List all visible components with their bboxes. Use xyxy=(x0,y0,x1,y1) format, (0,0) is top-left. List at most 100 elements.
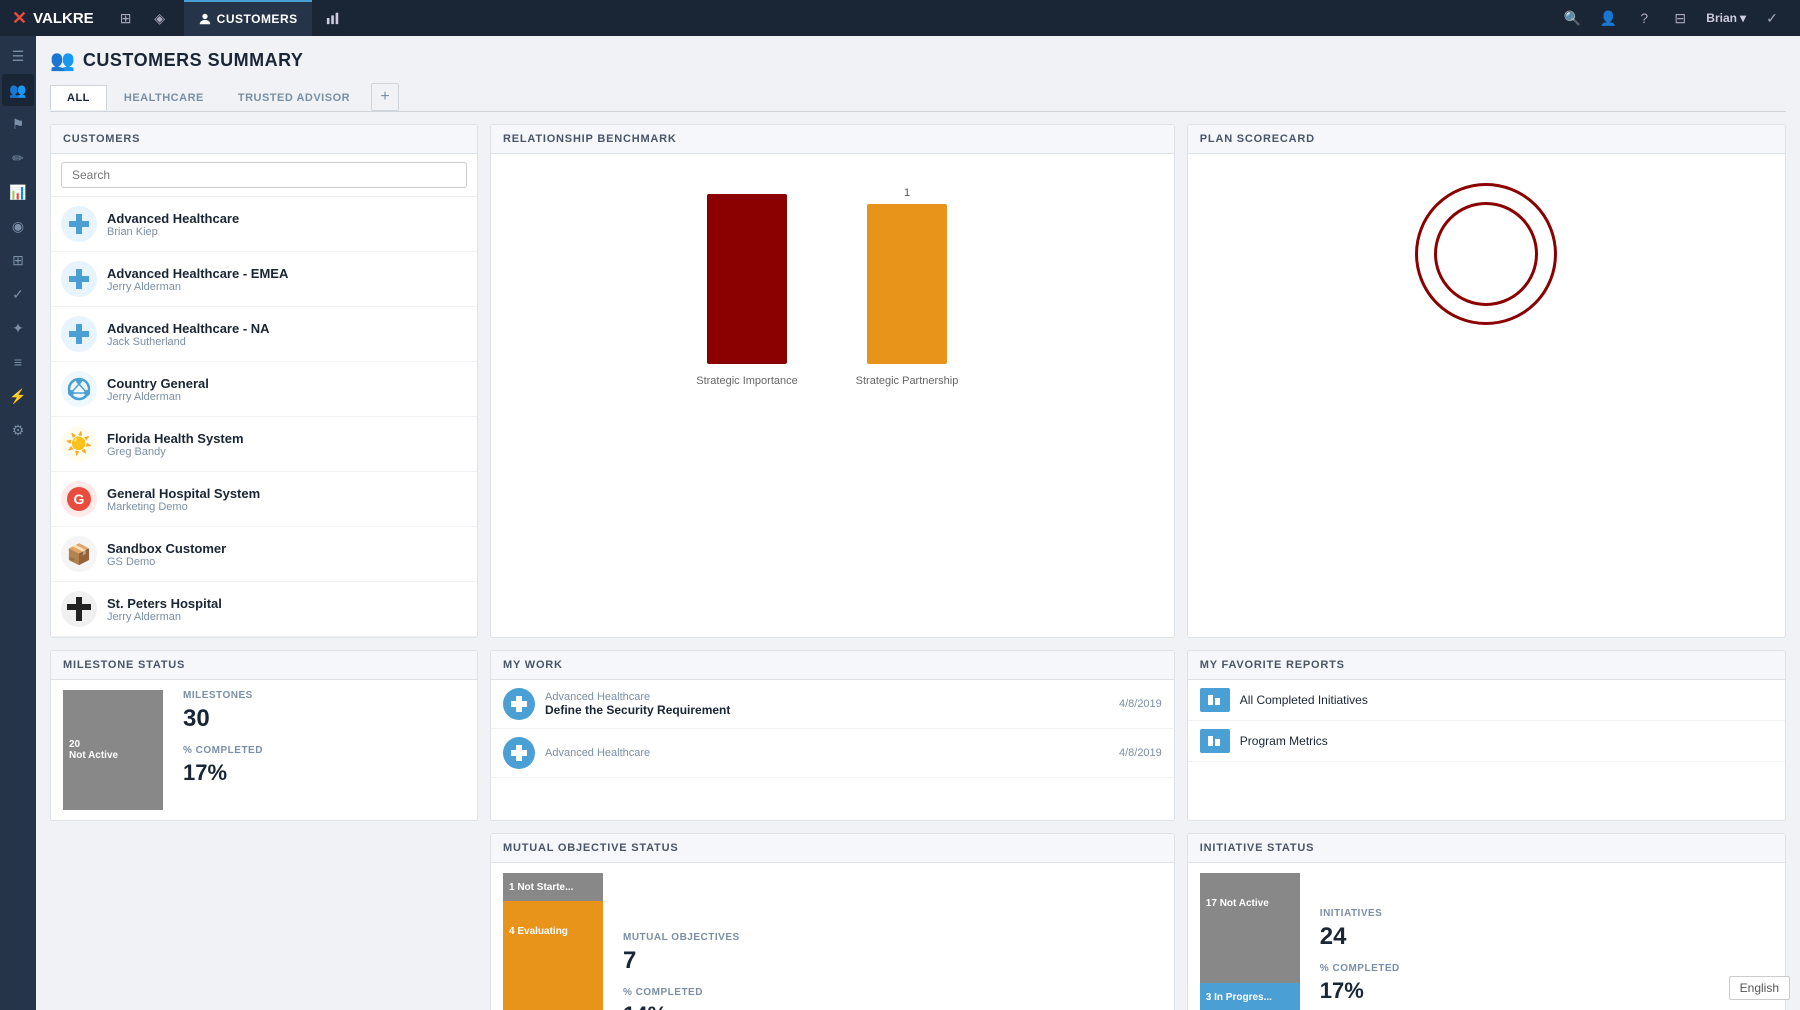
is-not-active: 17 Not Active xyxy=(1200,873,1300,933)
help-icon[interactable]: ? xyxy=(1628,0,1660,36)
mo-pct: 14% xyxy=(623,1002,740,1010)
nav-icon-group: ⊞ ◈ xyxy=(110,0,176,36)
is-in-progress: 3 In Progres... xyxy=(1200,983,1300,1010)
is-pct: 17% xyxy=(1320,978,1400,1004)
initiative-status-header: INITIATIVE STATUS xyxy=(1188,834,1785,863)
relationship-benchmark-card: RELATIONSHIP BENCHMARK 1 Strategic Impor… xyxy=(490,124,1175,638)
sound-icon[interactable]: ◈ xyxy=(144,0,176,36)
sidebar-check-icon[interactable]: ✓ xyxy=(2,278,34,310)
milestone-summary: MILESTONES 30 % COMPLETED 17% xyxy=(183,690,263,786)
customer-name: Country General xyxy=(107,376,209,391)
sidebar-table-icon[interactable]: ⊞ xyxy=(2,244,34,276)
customer-info: Country General Jerry Alderman xyxy=(107,376,209,403)
customer-item[interactable]: Country General Jerry Alderman xyxy=(51,362,477,417)
sidebar-lightning-icon[interactable]: ⚡ xyxy=(2,380,34,412)
customer-name: Florida Health System xyxy=(107,431,244,446)
work-item[interactable]: Advanced Healthcare Define the Security … xyxy=(491,680,1174,729)
customer-item[interactable]: 📦 Sandbox Customer GS Demo xyxy=(51,527,477,582)
customer-info: Advanced Healthcare - EMEA Jerry Alderma… xyxy=(107,266,288,293)
search-input[interactable] xyxy=(61,162,467,188)
sidebar-chart-icon[interactable]: 📊 xyxy=(2,176,34,208)
language-badge[interactable]: English xyxy=(1729,976,1790,1000)
customer-item[interactable]: ☀️ Florida Health System Greg Bandy xyxy=(51,417,477,472)
grid-icon[interactable]: ⊞ xyxy=(110,0,142,36)
mo-pct-label: % COMPLETED xyxy=(623,987,740,998)
is-filler xyxy=(1200,933,1300,983)
customer-name: Sandbox Customer xyxy=(107,541,226,556)
customer-advisor: Jerry Alderman xyxy=(107,611,222,623)
work-date: 4/8/2019 xyxy=(1119,747,1162,759)
mutual-objective-body: 1 Not Starte... 4 Evaluating 1 In Progre… xyxy=(491,863,1174,1010)
avatar xyxy=(61,371,97,407)
milestone-status-header: MILESTONE STATUS xyxy=(51,651,477,680)
check-icon[interactable]: ✓ xyxy=(1756,0,1788,36)
milestone-bar: 20Not Active xyxy=(63,690,163,810)
customer-item[interactable]: Advanced Healthcare - NA Jack Sutherland xyxy=(51,307,477,362)
bottom-grid: MILESTONE STATUS 20Not Active MILESTONES… xyxy=(50,650,1786,821)
customer-item[interactable]: Advanced Healthcare Brian Kiep xyxy=(51,197,477,252)
sidebar-flag-icon[interactable]: ⚑ xyxy=(2,108,34,140)
customers-card: CUSTOMERS Advanced Healthcare Brian Kiep xyxy=(50,124,478,638)
avatar xyxy=(61,591,97,627)
sidebar-globe-icon[interactable]: ◉ xyxy=(2,210,34,242)
user-menu[interactable]: Brian ▾ xyxy=(1700,11,1752,25)
tab-healthcare[interactable]: HEALTHCARE xyxy=(107,85,221,110)
work-info: Advanced Healthcare Define the Security … xyxy=(545,691,1109,717)
tab-trusted-advisor[interactable]: TRUSTED ADVISOR xyxy=(221,85,367,110)
main-layout: ☰ 👥 ⚑ ✏ 📊 ◉ ⊞ ✓ ✦ ≡ ⚡ ⚙ 👥 CUSTOMERS SUMM… xyxy=(0,36,1800,1010)
app-logo[interactable]: ✕ VALKRE xyxy=(12,8,94,29)
nav-customers[interactable]: CUSTOMERS xyxy=(184,0,312,36)
work-info: Advanced Healthcare xyxy=(545,747,1109,759)
tab-all[interactable]: ALL xyxy=(50,85,107,110)
work-list: Advanced Healthcare Define the Security … xyxy=(491,680,1174,778)
customer-name: Advanced Healthcare xyxy=(107,211,239,226)
relationship-benchmark-chart: 1 Strategic Importance Strategic Partner… xyxy=(657,164,1007,424)
search-icon[interactable]: 🔍 xyxy=(1556,0,1588,36)
relationship-benchmark-header: RELATIONSHIP BENCHMARK xyxy=(491,125,1174,154)
tab-add-button[interactable]: + xyxy=(371,83,399,111)
report-item[interactable]: Program Metrics xyxy=(1188,721,1785,762)
customer-advisor: Greg Bandy xyxy=(107,446,244,458)
work-avatar xyxy=(503,688,535,720)
customer-advisor: Jack Sutherland xyxy=(107,336,270,348)
top-grid: CUSTOMERS Advanced Healthcare Brian Kiep xyxy=(50,124,1786,638)
customer-item[interactable]: Advanced Healthcare - EMEA Jerry Alderma… xyxy=(51,252,477,307)
avatar xyxy=(61,261,97,297)
my-favorite-reports-header: MY FAVORITE REPORTS xyxy=(1188,651,1785,680)
work-company: Advanced Healthcare xyxy=(545,747,1109,759)
header-customers-icon: 👥 xyxy=(50,48,75,73)
sidebar-list-icon[interactable]: ≡ xyxy=(2,346,34,378)
customer-list: Advanced Healthcare Brian Kiep Advanced … xyxy=(51,197,477,637)
report-item[interactable]: All Completed Initiatives xyxy=(1188,680,1785,721)
nav-right: 🔍 👤 ? ⊟ Brian ▾ ✓ xyxy=(1556,0,1788,36)
mutual-objective-summary: MUTUAL OBJECTIVES 7 % COMPLETED 14% xyxy=(623,873,740,1010)
sidebar-puzzle-icon[interactable]: ✦ xyxy=(2,312,34,344)
mutual-objective-header: MUTUAL OBJECTIVE STATUS xyxy=(491,834,1174,863)
customer-advisor: GS Demo xyxy=(107,556,226,568)
user-name: Brian xyxy=(1706,11,1737,25)
sidebar-pencil-icon[interactable]: ✏ xyxy=(2,142,34,174)
main-content: 👥 CUSTOMERS SUMMARY ALL HEALTHCARE TRUST… xyxy=(36,36,1800,1010)
settings-icon[interactable]: ⊟ xyxy=(1664,0,1696,36)
report-icon xyxy=(1200,688,1230,712)
sidebar-menu-icon[interactable]: ☰ xyxy=(2,40,34,72)
avatar: ☀️ xyxy=(61,426,97,462)
nav-chart[interactable] xyxy=(312,0,354,36)
customer-info: Advanced Healthcare Brian Kiep xyxy=(107,211,239,238)
plan-scorecard-header: PLAN SCORECARD xyxy=(1188,125,1785,154)
customer-advisor: Marketing Demo xyxy=(107,501,260,513)
customer-info: St. Peters Hospital Jerry Alderman xyxy=(107,596,222,623)
initiative-status-body: 17 Not Active 3 In Progres... 4 Complete… xyxy=(1188,863,1785,1010)
customer-item[interactable]: St. Peters Hospital Jerry Alderman xyxy=(51,582,477,637)
sidebar-gear-icon[interactable]: ⚙ xyxy=(2,414,34,446)
page-header: 👥 CUSTOMERS SUMMARY xyxy=(50,48,1786,73)
sidebar-customers-icon[interactable]: 👥 xyxy=(2,74,34,106)
mutual-objective-card: MUTUAL OBJECTIVE STATUS 1 Not Starte... … xyxy=(490,833,1175,1010)
customer-item[interactable]: G General Hospital System Marketing Demo xyxy=(51,472,477,527)
mo-in-progress-filler xyxy=(503,961,603,1010)
user-icon[interactable]: 👤 xyxy=(1592,0,1624,36)
nav-customers-label: CUSTOMERS xyxy=(217,12,298,26)
work-item[interactable]: Advanced Healthcare 4/8/2019 xyxy=(491,729,1174,778)
work-company: Advanced Healthcare xyxy=(545,691,1109,703)
my-work-card: MY WORK Advanced Healthcare Define the S… xyxy=(490,650,1175,821)
